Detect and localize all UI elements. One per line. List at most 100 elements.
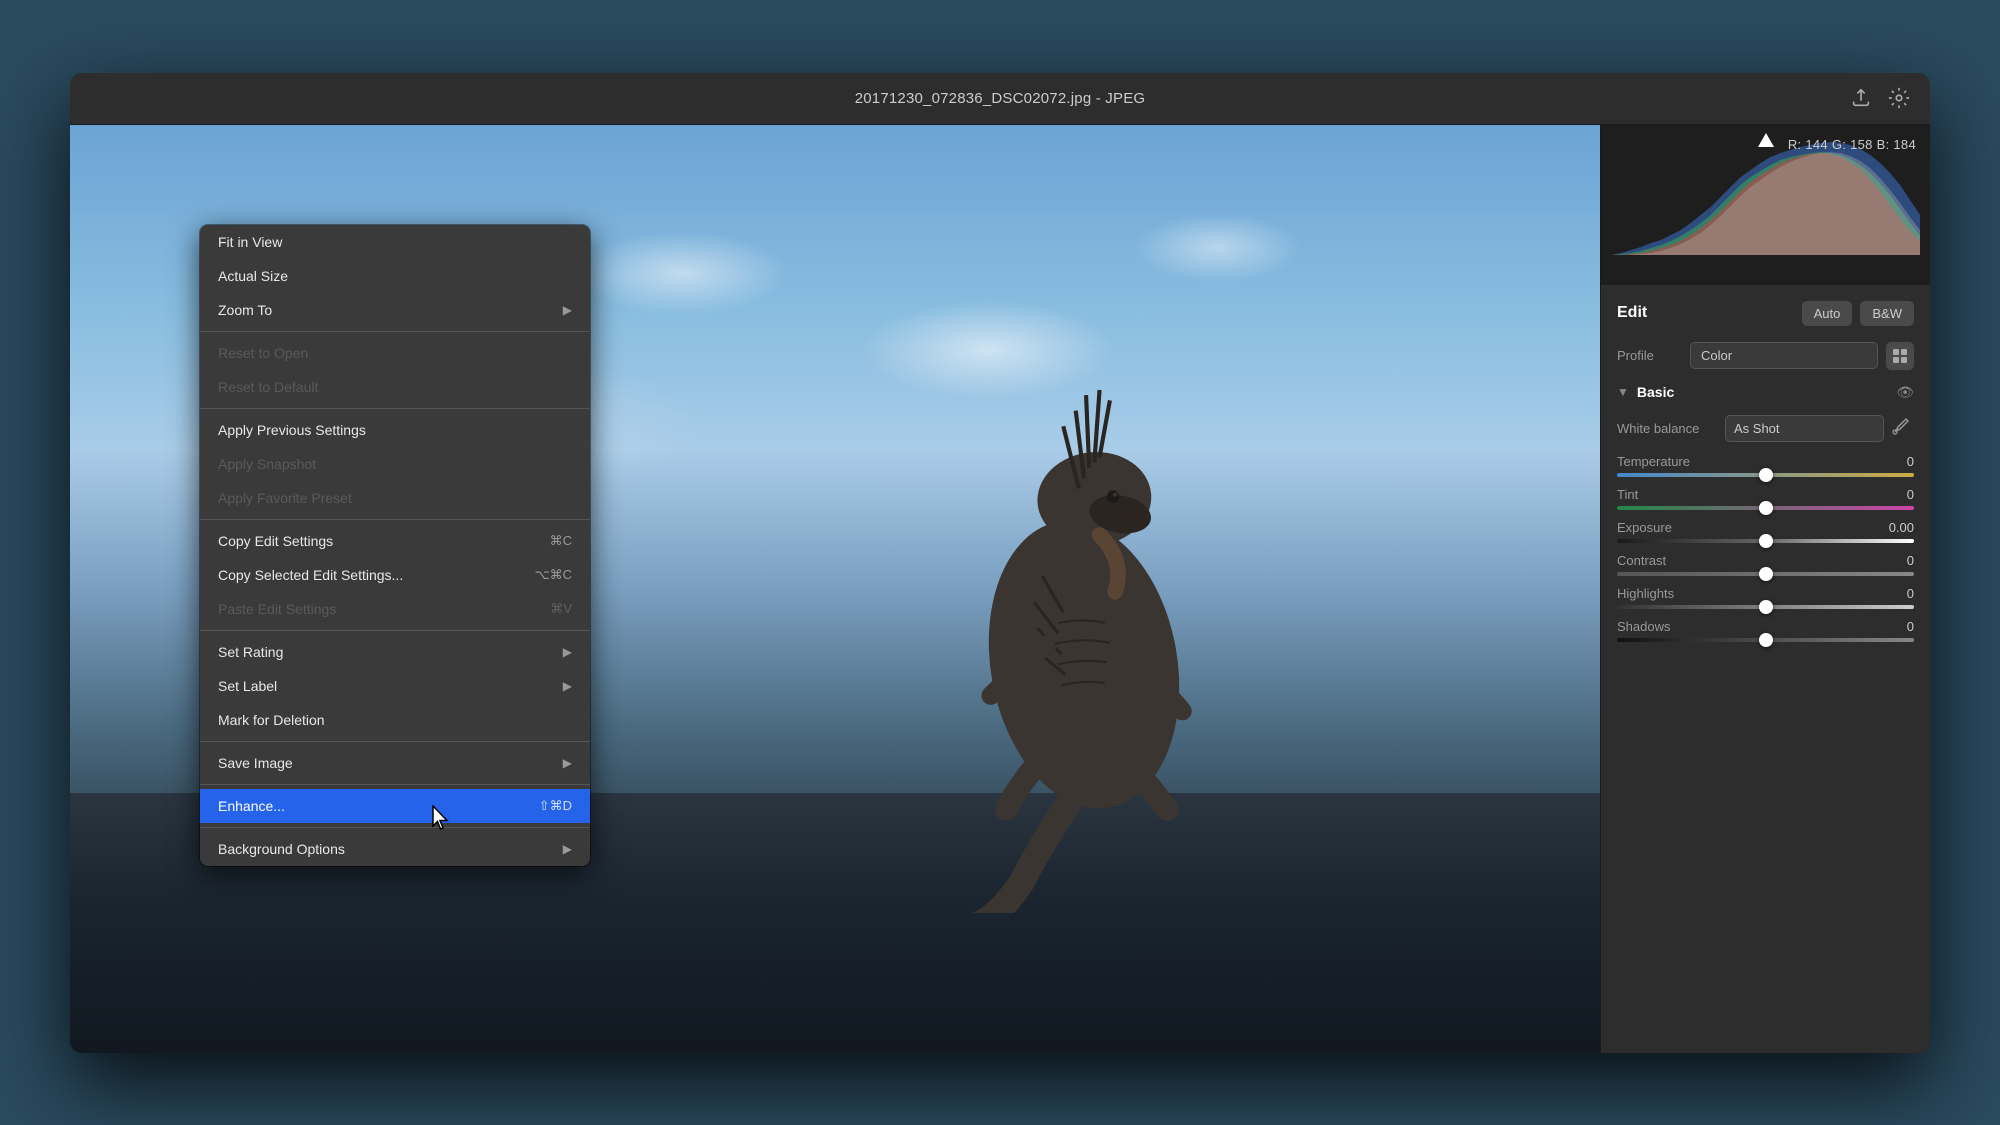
menu-item-fit-view[interactable]: Fit in View bbox=[200, 225, 590, 259]
edit-header-buttons: Auto B&W bbox=[1802, 301, 1914, 326]
menu-item-background-options[interactable]: Background Options▶ bbox=[200, 832, 590, 866]
dropper-icon[interactable] bbox=[1892, 417, 1914, 439]
menu-item-copy-edit[interactable]: Copy Edit Settings⌘C bbox=[200, 524, 590, 558]
menu-separator bbox=[200, 630, 590, 631]
temperature-label: Temperature bbox=[1617, 454, 1690, 469]
shadows-slider-row: Shadows 0 bbox=[1617, 619, 1914, 642]
menu-item-label-reset-default: Reset to Default bbox=[218, 379, 572, 395]
menu-item-apply-prev[interactable]: Apply Previous Settings bbox=[200, 413, 590, 447]
menu-item-reset-default: Reset to Default bbox=[200, 370, 590, 404]
mac-window: 20171230_072836_DSC02072.jpg - JPEG bbox=[70, 73, 1930, 1053]
contrast-label: Contrast bbox=[1617, 553, 1666, 568]
title-bar-actions bbox=[1850, 87, 1910, 109]
menu-item-arrow-set-rating: ▶ bbox=[563, 645, 572, 659]
menu-item-label-mark-delete: Mark for Deletion bbox=[218, 712, 572, 728]
profile-label: Profile bbox=[1617, 348, 1682, 363]
menu-item-zoom-to[interactable]: Zoom To ▶ bbox=[200, 293, 590, 327]
temperature-slider-row: Temperature 0 bbox=[1617, 454, 1914, 477]
menu-separator bbox=[200, 331, 590, 332]
exposure-value: 0.00 bbox=[1874, 520, 1914, 535]
menu-item-label-save-image: Save Image bbox=[218, 755, 555, 771]
exposure-slider-header: Exposure 0.00 bbox=[1617, 520, 1914, 535]
menu-item-copy-selected[interactable]: Copy Selected Edit Settings...⌥⌘C bbox=[200, 558, 590, 592]
temperature-track[interactable] bbox=[1617, 473, 1914, 477]
tint-slider-row: Tint 0 bbox=[1617, 487, 1914, 510]
white-balance-select[interactable]: As Shot bbox=[1725, 415, 1884, 442]
shadows-label: Shadows bbox=[1617, 619, 1670, 634]
highlights-slider-header: Highlights 0 bbox=[1617, 586, 1914, 601]
highlights-label: Highlights bbox=[1617, 586, 1674, 601]
menu-item-shortcut-paste-edit: ⌘V bbox=[550, 601, 572, 617]
menu-item-set-rating[interactable]: Set Rating ▶ bbox=[200, 635, 590, 669]
menu-item-apply-favorite: Apply Favorite Preset bbox=[200, 481, 590, 515]
menu-item-save-image[interactable]: Save Image▶ bbox=[200, 746, 590, 780]
settings-icon[interactable] bbox=[1888, 87, 1910, 109]
menu-item-label-actual-size: Actual Size bbox=[218, 268, 572, 284]
histogram-white-point[interactable] bbox=[1758, 133, 1774, 147]
shadows-slider-header: Shadows 0 bbox=[1617, 619, 1914, 634]
menu-item-paste-edit: Paste Edit Settings⌘V bbox=[200, 592, 590, 626]
menu-item-label-set-rating: Set Rating bbox=[218, 644, 555, 660]
highlights-value: 0 bbox=[1874, 586, 1914, 601]
profile-select[interactable]: Color bbox=[1690, 342, 1878, 369]
temperature-value: 0 bbox=[1874, 454, 1914, 469]
shadows-thumb[interactable] bbox=[1759, 633, 1773, 647]
menu-item-label-fit-view: Fit in View bbox=[218, 234, 572, 250]
menu-item-reset-open: Reset to Open bbox=[200, 336, 590, 370]
edit-panel: Edit Auto B&W Profile Color bbox=[1601, 285, 1930, 1053]
basic-chevron-icon[interactable]: ▼ bbox=[1617, 385, 1629, 399]
window-title: 20171230_072836_DSC02072.jpg - JPEG bbox=[855, 90, 1146, 107]
profile-grid-icon[interactable] bbox=[1886, 342, 1914, 370]
temperature-thumb[interactable] bbox=[1759, 468, 1773, 482]
menu-separator bbox=[200, 408, 590, 409]
menu-item-actual-size[interactable]: Actual Size bbox=[200, 259, 590, 293]
tint-thumb[interactable] bbox=[1759, 501, 1773, 515]
image-area[interactable]: Fit in View Actual Size Zoom To ▶ Reset to O… bbox=[70, 125, 1600, 1053]
menu-item-label-reset-open: Reset to Open bbox=[218, 345, 572, 361]
menu-item-label-apply-snapshot: Apply Snapshot bbox=[218, 456, 572, 472]
menu-separator bbox=[200, 741, 590, 742]
histogram-chart bbox=[1611, 135, 1920, 255]
menu-item-label-copy-selected: Copy Selected Edit Settings... bbox=[218, 567, 515, 583]
white-balance-label: White balance bbox=[1617, 421, 1717, 436]
menu-item-shortcut-enhance: ⇧⌘D bbox=[539, 798, 572, 814]
contrast-slider-row: Contrast 0 bbox=[1617, 553, 1914, 576]
tint-track[interactable] bbox=[1617, 506, 1914, 510]
right-panel: R: 144 G: 158 B: 184 Edit bbox=[1600, 125, 1930, 1053]
contrast-thumb[interactable] bbox=[1759, 567, 1773, 581]
white-balance-row: White balance As Shot bbox=[1617, 415, 1914, 442]
menu-item-label-apply-favorite: Apply Favorite Preset bbox=[218, 490, 572, 506]
exposure-track[interactable] bbox=[1617, 539, 1914, 543]
temperature-slider-header: Temperature 0 bbox=[1617, 454, 1914, 469]
basic-visibility-icon[interactable]: 👁 bbox=[1896, 384, 1914, 401]
contrast-track[interactable] bbox=[1617, 572, 1914, 576]
menu-item-shortcut-copy-edit: ⌘C bbox=[550, 533, 572, 549]
histogram-rgb-values: R: 144 G: 158 B: 184 bbox=[1788, 137, 1916, 152]
highlights-slider-row: Highlights 0 bbox=[1617, 586, 1914, 609]
exposure-thumb[interactable] bbox=[1759, 534, 1773, 548]
profile-row: Profile Color bbox=[1617, 342, 1914, 370]
exposure-label: Exposure bbox=[1617, 520, 1672, 535]
histogram-area: R: 144 G: 158 B: 184 bbox=[1601, 125, 1930, 285]
menu-item-label-set-label: Set Label bbox=[218, 678, 555, 694]
shadows-value: 0 bbox=[1874, 619, 1914, 634]
menu-item-mark-delete[interactable]: Mark for Deletion bbox=[200, 703, 590, 737]
main-content: Fit in View Actual Size Zoom To ▶ Reset to O… bbox=[70, 125, 1930, 1053]
menu-item-label-zoom-to: Zoom To bbox=[218, 302, 555, 318]
basic-section-header: ▼ Basic 👁 bbox=[1617, 384, 1914, 401]
menu-item-label-apply-prev: Apply Previous Settings bbox=[218, 422, 572, 438]
menu-item-apply-snapshot: Apply Snapshot bbox=[200, 447, 590, 481]
export-icon[interactable] bbox=[1850, 87, 1872, 109]
shadows-track[interactable] bbox=[1617, 638, 1914, 642]
menu-item-enhance[interactable]: Enhance...⇧⌘D bbox=[200, 789, 590, 823]
highlights-thumb[interactable] bbox=[1759, 600, 1773, 614]
menu-item-set-label[interactable]: Set Label▶ bbox=[200, 669, 590, 703]
bw-button[interactable]: B&W bbox=[1860, 301, 1914, 326]
menu-item-arrow-zoom-to: ▶ bbox=[563, 303, 572, 317]
tint-value: 0 bbox=[1874, 487, 1914, 502]
exposure-slider-row: Exposure 0.00 bbox=[1617, 520, 1914, 543]
context-menu: Fit in View Actual Size Zoom To ▶ Reset to O… bbox=[200, 225, 590, 866]
highlights-track[interactable] bbox=[1617, 605, 1914, 609]
iguana-silhouette bbox=[874, 333, 1294, 913]
auto-button[interactable]: Auto bbox=[1802, 301, 1853, 326]
